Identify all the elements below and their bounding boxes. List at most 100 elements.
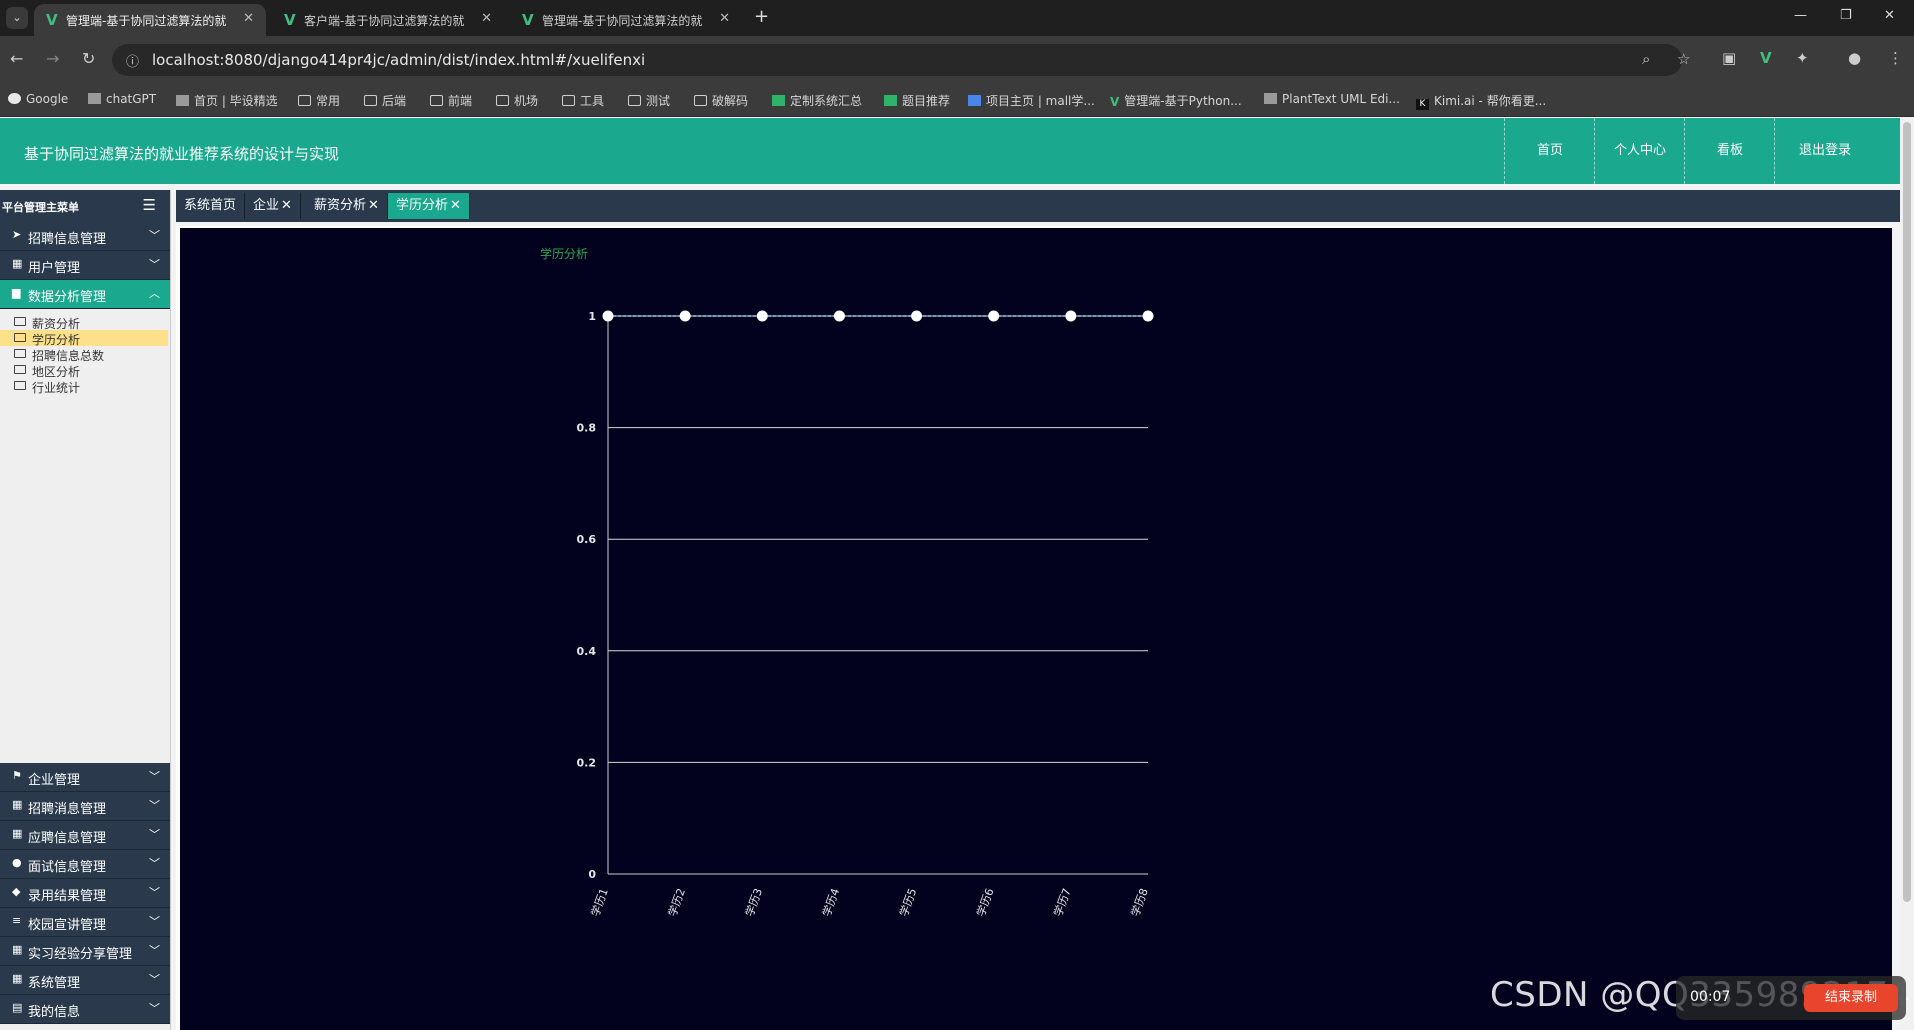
bookmark-label: 管理端-基于Python... bbox=[1124, 94, 1242, 108]
sidebar-subitem-education[interactable]: 学历分析 bbox=[0, 330, 168, 347]
bookmark-label: 定制系统汇总 bbox=[790, 94, 863, 108]
bookmark-star-icon[interactable]: ☆ bbox=[1677, 50, 1690, 68]
folder-icon bbox=[496, 95, 509, 106]
vue-devtools-icon[interactable]: V bbox=[1760, 49, 1772, 67]
chart-icon: ▆ bbox=[12, 286, 21, 299]
folder-icon bbox=[694, 95, 707, 106]
close-icon[interactable]: ✕ bbox=[450, 198, 461, 213]
bookmark-item[interactable]: 项目主页 | mall学... bbox=[968, 92, 1095, 109]
close-tab-icon[interactable]: ✕ bbox=[719, 11, 730, 26]
sidebar-item-application[interactable]: ▦ 应聘信息管理 ﹀ bbox=[0, 821, 170, 850]
more-menu-icon[interactable]: ⋮ bbox=[1888, 49, 1903, 67]
tab-search-chevron-icon[interactable]: ⌄ bbox=[6, 7, 28, 29]
x-tick-label: 学历6 bbox=[973, 886, 996, 918]
sidebar-item-recruit-info[interactable]: ➤ 招聘信息管理 ﹀ bbox=[0, 222, 170, 251]
sidebar-subitem-industry[interactable]: 行业统计 bbox=[0, 378, 168, 395]
bookmark-folder[interactable]: 常用 bbox=[298, 92, 340, 109]
browser-tab[interactable]: V 管理端-基于协同过滤算法的就 ✕ bbox=[34, 4, 266, 36]
sheet-icon bbox=[884, 95, 897, 106]
data-point bbox=[988, 310, 1000, 322]
close-icon[interactable]: ✕ bbox=[281, 198, 292, 213]
sidebar-item-label: 应聘信息管理 bbox=[28, 831, 107, 846]
vue-icon: V bbox=[284, 11, 296, 29]
nav-profile[interactable]: 个人中心 bbox=[1594, 118, 1685, 184]
extension-icon[interactable]: ▣ bbox=[1722, 49, 1736, 67]
folder-icon bbox=[14, 349, 26, 358]
tab-company[interactable]: 企业 ✕ bbox=[245, 193, 301, 219]
nav-logout[interactable]: 退出登录 bbox=[1774, 118, 1875, 184]
bookmark-label: 机场 bbox=[514, 94, 539, 108]
browser-tab[interactable]: V 客户端-基于协同过滤算法的就 ✕ bbox=[272, 4, 504, 36]
bookmark-folder[interactable]: 机场 bbox=[496, 92, 538, 109]
menu-toggle-icon[interactable]: ☰ bbox=[143, 196, 156, 214]
tab-education-analysis[interactable]: 学历分析 ✕ bbox=[388, 193, 470, 219]
bookmark-item[interactable]: 题目推荐 bbox=[884, 92, 950, 109]
chart-title: 学历分析 bbox=[540, 246, 588, 261]
bookmark-folder[interactable]: 测试 bbox=[628, 92, 670, 109]
nav-home[interactable]: 首页 bbox=[1504, 118, 1595, 184]
bookmark-item[interactable]: Google bbox=[8, 92, 68, 106]
forward-icon[interactable]: → bbox=[46, 49, 59, 68]
tab-system-home[interactable]: 系统首页 bbox=[176, 193, 246, 219]
url-bar[interactable]: ⓘ localhost:8080/django414pr4jc/admin/di… bbox=[112, 44, 1690, 76]
page-scrollbar[interactable] bbox=[1900, 118, 1914, 1030]
nav-board[interactable]: 看板 bbox=[1684, 118, 1775, 184]
folder-icon bbox=[14, 317, 26, 326]
sidebar-subitem-region[interactable]: 地区分析 bbox=[0, 362, 168, 379]
bookmark-item[interactable]: V 管理端-基于Python... bbox=[1110, 92, 1242, 109]
sidebar-item-my-info[interactable]: ▤ 我的信息 ﹀ bbox=[0, 995, 170, 1024]
bookmark-item[interactable]: 定制系统汇总 bbox=[772, 92, 862, 109]
extensions-puzzle-icon[interactable]: ✦ bbox=[1796, 49, 1809, 67]
bookmark-folder[interactable]: 破解码 bbox=[694, 92, 748, 109]
sidebar-item-data-analysis[interactable]: ▆ 数据分析管理 ︿ bbox=[0, 280, 170, 309]
bookmark-folder[interactable]: 后端 bbox=[364, 92, 406, 109]
chevron-down-icon: ﹀ bbox=[149, 915, 160, 928]
sidebar-item-users[interactable]: ▦ 用户管理 ﹀ bbox=[0, 251, 170, 280]
bookmark-folder[interactable]: 前端 bbox=[430, 92, 472, 109]
new-tab-icon[interactable]: + bbox=[754, 6, 769, 27]
data-point bbox=[679, 310, 691, 322]
sidebar-item-interview[interactable]: ● 面试信息管理 ﹀ bbox=[0, 850, 170, 879]
reload-icon[interactable]: ↻ bbox=[82, 49, 95, 68]
sidebar-title: 平台管理主菜单 bbox=[2, 201, 79, 214]
bookmark-item[interactable]: K Kimi.ai - 帮你看更... bbox=[1416, 92, 1546, 110]
url-text[interactable]: localhost:8080/django414pr4jc/admin/dist… bbox=[152, 51, 645, 69]
flag-icon: ⚑ bbox=[12, 769, 22, 782]
restore-icon[interactable]: ❐ bbox=[1840, 8, 1852, 23]
google-icon bbox=[8, 93, 21, 104]
sidebar-item-internship[interactable]: ▦ 实习经验分享管理 ﹀ bbox=[0, 937, 170, 966]
sidebar-item-hire-result[interactable]: ◆ 录用结果管理 ﹀ bbox=[0, 879, 170, 908]
folder-icon bbox=[430, 95, 443, 106]
site-info-icon[interactable]: ⓘ bbox=[126, 51, 139, 70]
sidebar-subitem-label: 行业统计 bbox=[32, 381, 81, 395]
bookmark-item[interactable]: chatGPT bbox=[88, 92, 156, 106]
close-tab-icon[interactable]: ✕ bbox=[481, 11, 492, 26]
sidebar-item-company[interactable]: ⚑ 企业管理 ﹀ bbox=[0, 763, 170, 792]
tab-salary-analysis[interactable]: 薪资分析 ✕ bbox=[306, 193, 388, 219]
minimize-icon[interactable]: — bbox=[1794, 8, 1807, 23]
sidebar-subitem-recruit-total[interactable]: 招聘信息总数 bbox=[0, 346, 168, 363]
sidebar-item-recruit-message[interactable]: ▦ 招聘消息管理 ﹀ bbox=[0, 792, 170, 821]
sidebar-subitem-salary[interactable]: 薪资分析 bbox=[0, 314, 168, 331]
data-point bbox=[1142, 310, 1154, 322]
sidebar-item-campus-talk[interactable]: ≡ 校园宣讲管理 ﹀ bbox=[0, 908, 170, 937]
vue-icon: V bbox=[1110, 95, 1120, 109]
profile-avatar-icon[interactable]: ● bbox=[1848, 49, 1861, 67]
scrollbar-thumb[interactable] bbox=[1903, 122, 1911, 902]
sidebar-item-system[interactable]: ▦ 系统管理 ﹀ bbox=[0, 966, 170, 995]
close-tab-icon[interactable]: ✕ bbox=[243, 11, 254, 26]
bookmark-folder[interactable]: 工具 bbox=[562, 92, 604, 109]
bookmark-item[interactable]: PlantText UML Edi... bbox=[1264, 92, 1400, 106]
grid-icon: ▦ bbox=[12, 798, 23, 811]
grid-icon: ▦ bbox=[12, 827, 23, 840]
content-tab-bar: 系统首页 企业 ✕ 薪资分析 ✕ 学历分析 ✕ bbox=[176, 190, 1900, 222]
back-icon[interactable]: ← bbox=[10, 49, 23, 68]
data-point bbox=[1065, 310, 1077, 322]
sidebar-item-label: 用户管理 bbox=[28, 261, 81, 276]
stop-recording-button[interactable]: 结束录制 bbox=[1804, 984, 1898, 1012]
close-icon[interactable]: ✕ bbox=[368, 198, 379, 213]
browser-tab[interactable]: V 管理端-基于协同过滤算法的就 ✕ bbox=[510, 4, 742, 36]
bookmark-item[interactable]: 首页 | 毕设精选 bbox=[176, 92, 278, 109]
close-window-icon[interactable]: ✕ bbox=[1884, 8, 1895, 23]
zoom-icon[interactable]: ⌕ bbox=[1642, 50, 1650, 68]
